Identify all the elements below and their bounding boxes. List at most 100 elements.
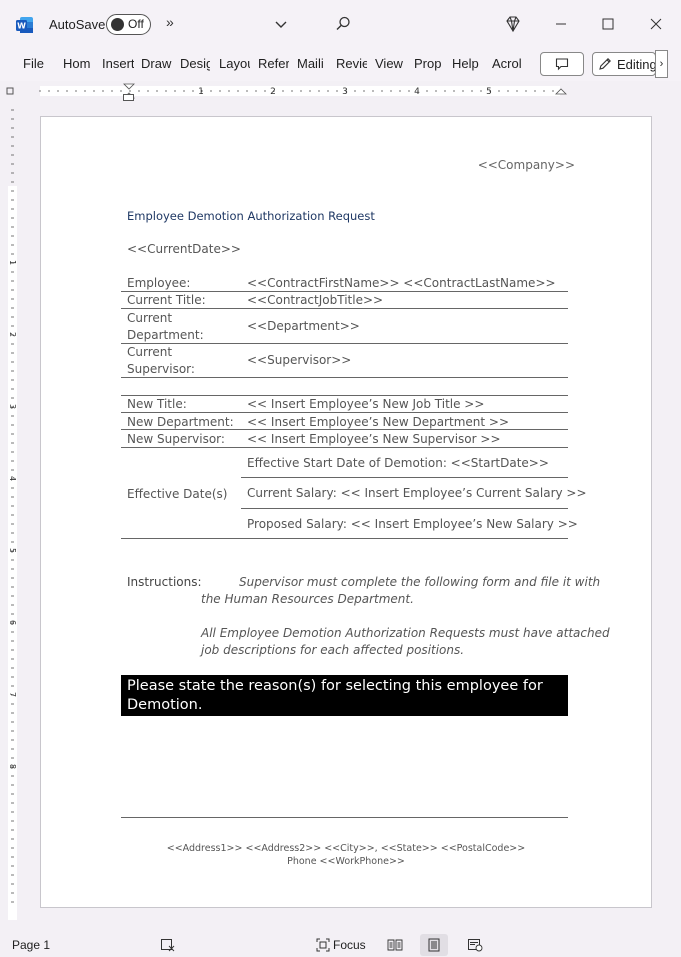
status-bar: Page 1 Focus xyxy=(0,933,681,957)
search-icon[interactable] xyxy=(333,14,353,34)
ruler-number: 1 xyxy=(8,260,17,265)
svg-text:W: W xyxy=(17,22,26,31)
table-rule xyxy=(241,477,568,478)
table-rule xyxy=(121,447,568,448)
comments-button[interactable] xyxy=(540,52,584,76)
footer-address: <<Address1>> <<Address2>> <<City>>, <<St… xyxy=(166,843,526,854)
tab-review[interactable]: Revie xyxy=(336,56,367,71)
table-rule xyxy=(121,429,568,430)
tab-help[interactable]: Help xyxy=(452,56,482,71)
instructions-p2-line1: All Employee Demotion Authorization Requ… xyxy=(201,626,610,640)
current-title-value: <<ContractJobTitle>> xyxy=(247,293,384,307)
vertical-ruler[interactable]: 1 2 3 4 5 6 7 8 xyxy=(0,100,24,920)
reason-heading: Please state the reason(s) for selecting… xyxy=(121,675,568,716)
focus-icon xyxy=(316,938,330,952)
ruler-number: 5 xyxy=(486,87,492,97)
table-rule xyxy=(121,412,568,413)
table-rule xyxy=(121,308,568,309)
accessibility-check-icon[interactable] xyxy=(160,938,176,952)
instructions-p1-line1: Supervisor must complete the following f… xyxy=(239,575,601,589)
word-logo-icon: W xyxy=(16,17,33,33)
ruler-number: 1 xyxy=(198,87,204,97)
new-title-label: New Title: xyxy=(127,397,187,411)
horizontal-ruler[interactable]: 1 2 3 4 5 xyxy=(0,82,681,100)
maximize-button[interactable] xyxy=(596,12,620,36)
ruler-number: 7 xyxy=(8,692,17,697)
tab-acrobat[interactable]: Acrol xyxy=(492,56,523,71)
editing-label: Editing xyxy=(617,57,657,72)
ruler-number: 3 xyxy=(8,404,17,409)
document-title: Employee Demotion Authorization Request xyxy=(127,209,375,223)
tab-file[interactable]: File xyxy=(23,56,45,71)
tab-draw[interactable]: Draw xyxy=(141,56,173,71)
new-supervisor-value: << Insert Employee’s New Supervisor >> xyxy=(247,432,501,446)
tab-view[interactable]: View xyxy=(375,56,405,71)
current-supervisor-label-line1: Current xyxy=(127,345,173,359)
instructions-p2-line2: job descriptions for each affected posit… xyxy=(201,643,465,657)
table-rule xyxy=(121,343,568,344)
tab-insert[interactable]: Insert xyxy=(102,56,134,71)
diamond-premium-icon[interactable] xyxy=(503,14,523,34)
focus-button[interactable]: Focus xyxy=(333,938,366,952)
instructions-label: Instructions: xyxy=(127,575,202,589)
footer-rule xyxy=(121,817,568,818)
current-department-label-line2: Department: xyxy=(127,328,204,342)
close-button[interactable] xyxy=(644,12,668,36)
autosave-state: Off xyxy=(128,17,144,31)
title-bar: W AutoSave Off » xyxy=(0,0,681,48)
current-supervisor-label-line2: Supervisor: xyxy=(127,362,195,376)
read-mode-icon[interactable] xyxy=(387,938,403,952)
instructions-p1-line2: the Human Resources Department. xyxy=(201,592,414,606)
tab-mailings[interactable]: Maili xyxy=(297,56,328,71)
autosave-toggle[interactable]: Off xyxy=(106,14,151,35)
ruler-number: 4 xyxy=(414,87,420,97)
tab-references[interactable]: Refer xyxy=(258,56,289,71)
current-supervisor-value: <<Supervisor>> xyxy=(247,353,352,367)
web-layout-icon[interactable] xyxy=(467,938,483,952)
table-rule xyxy=(121,538,568,539)
ruler-number: 2 xyxy=(8,332,17,337)
reason-line1: Please state the reason(s) for selecting… xyxy=(127,678,543,694)
table-rule xyxy=(241,508,568,509)
table-rule xyxy=(121,377,568,378)
new-supervisor-label: New Supervisor: xyxy=(127,432,225,446)
effective-dates-label: Effective Date(s) xyxy=(127,487,228,501)
footer-phone: Phone <<WorkPhone>> xyxy=(287,856,405,867)
chevron-down-icon[interactable] xyxy=(271,14,291,34)
ruler-number: 6 xyxy=(8,620,17,625)
current-department-label-line1: Current xyxy=(127,311,173,325)
autosave-label: AutoSave xyxy=(49,17,106,32)
reason-line2: Demotion. xyxy=(127,697,203,713)
tab-design[interactable]: Desig xyxy=(180,56,210,71)
comment-icon xyxy=(555,58,569,71)
employee-value: <<ContractFirstName>> <<ContractLastName… xyxy=(247,276,556,290)
current-title-label: Current Title: xyxy=(127,293,206,307)
tab-properties[interactable]: Prop xyxy=(414,56,444,71)
print-layout-button[interactable] xyxy=(420,934,448,956)
minimize-button[interactable] xyxy=(549,12,573,36)
editing-mode-button[interactable]: Editing xyxy=(592,52,657,76)
new-title-value: << Insert Employee’s New Job Title >> xyxy=(247,397,485,411)
current-salary: Current Salary: << Insert Employee’s Cur… xyxy=(247,486,587,500)
pencil-icon xyxy=(599,58,611,70)
print-layout-icon xyxy=(428,938,440,952)
ribbon-scroll-right-button[interactable]: › xyxy=(655,50,668,78)
ruler-number: 8 xyxy=(8,764,17,769)
page-indicator[interactable]: Page 1 xyxy=(12,938,50,952)
proposed-salary: Proposed Salary: << Insert Employee’s Ne… xyxy=(247,517,578,531)
left-indent-marker[interactable] xyxy=(123,94,134,101)
ruler-number: 5 xyxy=(8,548,17,553)
effective-start-date: Effective Start Date of Demotion: <<Star… xyxy=(247,456,549,470)
ruler-number: 4 xyxy=(8,476,17,481)
ruler-number: 3 xyxy=(342,87,348,97)
quick-access-more-button[interactable]: » xyxy=(166,14,174,30)
toggle-knob xyxy=(111,18,124,31)
ruler-number: 2 xyxy=(270,87,276,97)
document-page[interactable]: <<Company>> Employee Demotion Authorizat… xyxy=(40,116,652,908)
company-placeholder: <<Company>> xyxy=(477,158,575,172)
current-date-placeholder: <<CurrentDate>> xyxy=(127,242,241,256)
tab-layout[interactable]: Layou xyxy=(219,56,250,71)
employee-label: Employee: xyxy=(127,276,191,290)
tab-home[interactable]: Hom xyxy=(63,56,93,71)
current-department-value: <<Department>> xyxy=(247,319,360,333)
